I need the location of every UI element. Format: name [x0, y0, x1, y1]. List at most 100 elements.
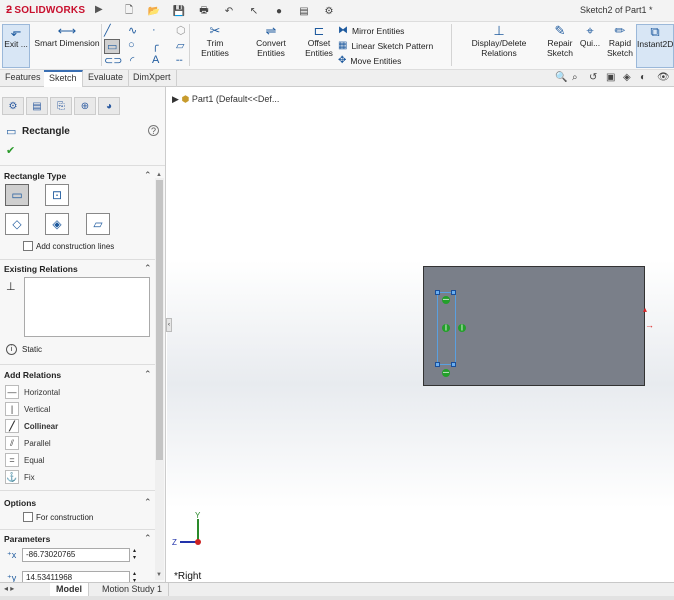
parallelogram-icon[interactable]: ▱: [86, 213, 110, 235]
panel-scrollbar-thumb[interactable]: [156, 180, 163, 460]
tab-dimxpert[interactable]: DimXpert: [128, 70, 177, 87]
move-entities-button[interactable]: ✥ Move Entities: [338, 55, 401, 66]
offset-entities-button[interactable]: ⊏ Offset Entities: [304, 24, 334, 59]
display-style-icon[interactable]: ◐: [640, 72, 646, 83]
corner-handle[interactable]: [451, 290, 456, 295]
linear-pattern-button[interactable]: ▦ Linear Sketch Pattern: [338, 40, 433, 51]
fillet-icon[interactable]: ╭: [152, 39, 159, 52]
info-icon: i: [6, 344, 17, 355]
add-construction-checkbox[interactable]: [23, 241, 33, 251]
zoom-area-icon[interactable]: ⌕: [572, 72, 578, 83]
collapse-icon[interactable]: ⌃: [144, 369, 152, 380]
options-icon[interactable]: ⚙: [318, 3, 340, 19]
slot-icon[interactable]: ⊂⊃: [104, 54, 122, 67]
scroll-down-icon[interactable]: ▼: [156, 572, 162, 578]
rapid-sketch-button[interactable]: ✏ Rapid Sketch: [606, 24, 634, 59]
relation-vertical[interactable]: | Vertical: [5, 402, 50, 416]
3-point-corner-rectangle-icon[interactable]: ◇: [5, 213, 29, 235]
polygon-icon[interactable]: ⬡: [176, 24, 186, 37]
mirror-entities-button[interactable]: ⧓ Mirror Entities: [338, 25, 404, 36]
display-manager-icon[interactable]: ◕: [98, 97, 120, 115]
help-icon[interactable]: ?: [148, 125, 159, 136]
expand-icon[interactable]: ▶: [172, 94, 179, 104]
panel-tab-icons: ⚙ ▤ ⎘ ⊕ ◕: [0, 97, 165, 117]
display-delete-relations-button[interactable]: ⊥ Display/Delete Relations: [455, 24, 543, 59]
ok-check-icon[interactable]: ✔: [6, 144, 15, 157]
section-view-icon[interactable]: ▣: [606, 72, 615, 83]
relation-horizontal[interactable]: — Horizontal: [5, 385, 60, 399]
corner-rectangle-icon[interactable]: ▭: [5, 184, 29, 206]
existing-relations-list[interactable]: [24, 277, 150, 337]
circle-icon[interactable]: ○: [128, 39, 135, 51]
vertical-relation-badge[interactable]: |: [458, 324, 466, 332]
relation-collinear[interactable]: ╱ Collinear: [5, 419, 58, 433]
feature-tree-flyout[interactable]: ▶ ⬢ Part1 (Default<<Def...: [172, 94, 279, 105]
for-construction-checkbox[interactable]: [23, 512, 33, 522]
configuration-manager-icon[interactable]: ⎘: [50, 97, 72, 115]
tab-model[interactable]: Model: [50, 583, 89, 597]
file-properties-icon[interactable]: ▤: [293, 3, 315, 19]
property-manager-icon[interactable]: ▤: [26, 97, 48, 115]
tab-scroll-icon[interactable]: ◂ ▸: [4, 584, 14, 593]
spline-icon[interactable]: ∿: [128, 24, 137, 37]
point-icon[interactable]: ·: [152, 24, 156, 36]
relation-equal[interactable]: = Equal: [5, 453, 44, 467]
x-spin-icon[interactable]: ▴ ▾: [133, 548, 136, 562]
smart-dimension-button[interactable]: ⟷ Smart Dimension: [34, 24, 100, 49]
panel-collapse-handle[interactable]: ‹: [166, 318, 172, 332]
arc-icon[interactable]: ◜: [130, 54, 134, 67]
3-point-center-rectangle-icon[interactable]: ◈: [45, 213, 69, 235]
select-icon[interactable]: ↖: [243, 3, 265, 19]
line-icon[interactable]: ╱: [104, 24, 111, 37]
corner-handle[interactable]: [435, 362, 440, 367]
quick-snaps-button[interactable]: ⌖ Qui...: [578, 24, 602, 49]
tab-sketch[interactable]: Sketch: [44, 70, 83, 87]
rectangle-icon[interactable]: ▭: [104, 39, 121, 54]
hide-show-icon[interactable]: 👁: [657, 72, 670, 83]
instant2d-button[interactable]: ⧉ Instant2D: [636, 24, 674, 68]
corner-handle[interactable]: [435, 290, 440, 295]
feature-manager-icon[interactable]: ⚙: [2, 97, 24, 115]
repair-sketch-button[interactable]: ✎ Repair Sketch: [546, 24, 574, 59]
horizontal-relation-badge[interactable]: —: [442, 369, 450, 377]
dimxpert-manager-icon[interactable]: ⊕: [74, 97, 96, 115]
menu-expand-icon[interactable]: ▶: [95, 4, 103, 15]
tab-evaluate[interactable]: Evaluate: [83, 70, 130, 87]
y-coordinate-field[interactable]: 14.53411968: [22, 571, 130, 582]
y-spin-icon[interactable]: ▴ ▾: [133, 571, 136, 582]
view-orientation-icon[interactable]: ◈: [623, 72, 631, 83]
undo-icon[interactable]: ↶: [218, 3, 240, 19]
for-construction-option[interactable]: For construction: [23, 512, 93, 522]
rebuild-icon[interactable]: ●: [268, 3, 290, 19]
convert-entities-button[interactable]: ⇌ Convert Entities: [242, 24, 300, 59]
collapse-icon[interactable]: ⌃: [144, 170, 152, 181]
collapse-icon[interactable]: ⌃: [144, 533, 152, 544]
collapse-icon[interactable]: ⌃: [144, 263, 152, 274]
relation-fix[interactable]: ⚓ Fix: [5, 470, 35, 484]
horizontal-relation-badge[interactable]: —: [442, 296, 450, 304]
trim-entities-button[interactable]: ✂ Trim Entities: [193, 24, 237, 59]
open-icon[interactable]: 📂: [143, 3, 165, 19]
linear-pattern-icon: ▦: [338, 40, 348, 51]
save-icon[interactable]: 💾: [168, 3, 190, 19]
center-rectangle-icon[interactable]: ⊡: [45, 184, 69, 206]
sketch-plane[interactable]: [423, 266, 645, 386]
centerline-icon[interactable]: ╌: [176, 54, 183, 67]
tab-motion-study[interactable]: Motion Study 1: [96, 583, 170, 597]
relation-parallel[interactable]: ⫽ Parallel: [5, 436, 51, 450]
corner-handle[interactable]: [451, 362, 456, 367]
tab-features[interactable]: Features: [0, 70, 47, 87]
plane-icon[interactable]: ▱: [176, 39, 184, 52]
text-icon[interactable]: A: [152, 54, 159, 66]
zoom-icon[interactable]: 🔍: [555, 72, 567, 83]
solidworks-logo[interactable]: ƻ SOLIDWORKS: [6, 4, 85, 16]
x-coordinate-field[interactable]: -86.73020765: [22, 548, 130, 562]
print-icon[interactable]: 🖶: [193, 3, 215, 19]
exit-sketch-button[interactable]: ⬐ Exit ...: [2, 24, 30, 68]
add-construction-lines-option[interactable]: Add construction lines: [23, 241, 114, 251]
new-icon[interactable]: 🗋: [118, 3, 140, 19]
collapse-icon[interactable]: ⌃: [144, 497, 152, 508]
scroll-up-icon[interactable]: ▲: [156, 172, 162, 178]
previous-view-icon[interactable]: ↺: [589, 72, 597, 83]
vertical-relation-badge[interactable]: |: [442, 324, 450, 332]
